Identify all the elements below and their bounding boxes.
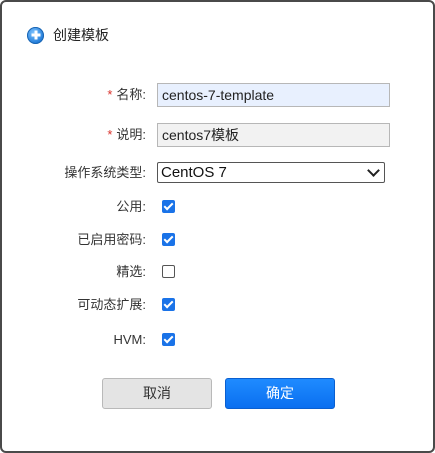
public-label: 公用: bbox=[116, 199, 146, 214]
public-checkbox[interactable] bbox=[162, 200, 175, 213]
dialog-header: 创建模板 bbox=[27, 25, 109, 45]
confirm-button[interactable]: 确定 bbox=[225, 378, 335, 409]
password-enabled-row: 已启用密码: bbox=[2, 228, 433, 252]
name-input[interactable] bbox=[157, 83, 390, 107]
os-type-row: 操作系统类型: CentOS 7 bbox=[2, 161, 433, 185]
featured-label: 精选: bbox=[116, 264, 146, 279]
password-enabled-checkbox[interactable] bbox=[162, 233, 175, 246]
description-label: * 说明: bbox=[107, 127, 146, 142]
featured-row: 精选: bbox=[2, 260, 433, 284]
os-type-label: 操作系统类型: bbox=[64, 165, 146, 180]
add-circle-icon bbox=[27, 26, 44, 44]
chevron-down-icon bbox=[367, 164, 380, 177]
dynamically-scalable-label: 可动态扩展: bbox=[77, 297, 146, 312]
dynamically-scalable-row: 可动态扩展: bbox=[2, 293, 433, 317]
password-enabled-label: 已启用密码: bbox=[77, 232, 146, 247]
create-template-dialog: 创建模板 *名称: *说明: 操作系统类型: CentOS 7 公用: 已启用密… bbox=[0, 0, 435, 453]
cancel-button[interactable]: 取消 bbox=[102, 378, 212, 409]
required-mark: * bbox=[107, 87, 113, 102]
description-input[interactable] bbox=[157, 123, 390, 147]
name-label: * 名称: bbox=[107, 87, 146, 102]
hvm-checkbox[interactable] bbox=[162, 333, 175, 346]
public-row: 公用: bbox=[2, 195, 433, 219]
dialog-title: 创建模板 bbox=[53, 27, 109, 43]
description-row: * 说明: bbox=[2, 123, 433, 147]
os-type-select[interactable]: CentOS 7 bbox=[157, 162, 385, 183]
name-row: * 名称: bbox=[2, 83, 433, 107]
dynamically-scalable-checkbox[interactable] bbox=[162, 298, 175, 311]
required-mark: * bbox=[107, 127, 113, 142]
os-type-selected-value: CentOS 7 bbox=[161, 164, 227, 181]
featured-checkbox[interactable] bbox=[162, 265, 175, 278]
hvm-row: HVM: bbox=[2, 328, 433, 352]
hvm-label: HVM: bbox=[113, 332, 147, 347]
